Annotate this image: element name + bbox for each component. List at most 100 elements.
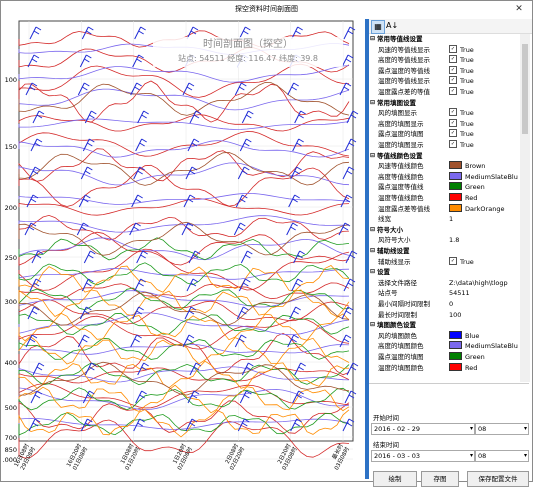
property-value[interactable]: 100 (449, 310, 519, 320)
collapse-icon[interactable]: ⊟ (370, 267, 377, 277)
start-hour-select[interactable]: 08 ▾ (475, 423, 529, 435)
close-icon[interactable]: ✕ (512, 1, 526, 17)
property-value[interactable]: ✓ True (449, 129, 519, 139)
checkbox[interactable]: ✓ (449, 118, 457, 127)
property-row[interactable]: 风的填图颜色 Blue (369, 330, 519, 341)
categorized-view-icon[interactable]: ▦ (371, 20, 385, 34)
property-row[interactable]: 风速的等值线显示 ✓ True (369, 44, 519, 55)
property-value[interactable]: ✓ True (449, 256, 519, 267)
property-value[interactable]: Z:\data\high\tlogp (449, 278, 519, 288)
property-row[interactable]: 高度的等值线显示 ✓ True (369, 55, 519, 65)
property-value[interactable]: ✓ True (449, 118, 519, 129)
property-category[interactable]: ⊟ 设置 (369, 267, 519, 277)
property-value[interactable]: Green (449, 352, 519, 362)
property-category[interactable]: ⊟ 符号大小 (369, 225, 519, 235)
property-row[interactable]: 温度的等值线显示 ✓ True (369, 76, 519, 86)
checkbox[interactable]: ✓ (449, 129, 457, 138)
property-row[interactable]: 站点号 54511 (369, 288, 519, 298)
property-value[interactable]: Brown (449, 161, 519, 171)
save-image-button[interactable]: 存图 (421, 471, 459, 487)
property-row[interactable]: 最小间隔时间限制 0 (369, 299, 519, 309)
property-row[interactable]: 露点温度的填图 Green (369, 352, 519, 362)
category-label: 等值线颜色设置 (377, 151, 423, 160)
property-row[interactable]: 风符号大小 1.8 (369, 235, 519, 245)
property-row[interactable]: 露点温度的填图 ✓ True (369, 129, 519, 139)
alphabetical-sort-icon[interactable]: A↓ (386, 20, 398, 32)
property-row[interactable]: 露点温度等值线 Green (369, 182, 519, 192)
property-row[interactable]: 高度等值线颜色 MediumSlateBlu (369, 171, 519, 182)
color-swatch (449, 182, 462, 191)
property-value[interactable]: 0 (449, 299, 519, 309)
checkbox[interactable]: ✓ (449, 140, 457, 148)
property-row[interactable]: 高度的填图显示 ✓ True (369, 118, 519, 129)
checkbox[interactable]: ✓ (449, 256, 457, 265)
checkbox[interactable]: ✓ (449, 44, 457, 53)
collapse-icon[interactable]: ⊟ (370, 320, 377, 330)
end-date-picker[interactable]: 2016 - 03 - 03 ▾ (371, 450, 475, 462)
checkbox[interactable]: ✓ (449, 65, 457, 74)
property-value-text: MediumSlateBlu (465, 172, 518, 181)
y-tick-label: 400 (5, 359, 17, 367)
property-row[interactable]: 温度露点差等值线 DarkOrange (369, 203, 519, 214)
property-value[interactable]: MediumSlateBlu (449, 341, 519, 351)
property-grid-scrollbar[interactable] (520, 34, 530, 382)
property-value[interactable]: ✓ True (449, 44, 519, 55)
property-value[interactable]: ✓ True (449, 108, 519, 118)
chevron-down-icon[interactable]: ▾ (524, 424, 527, 434)
property-category[interactable]: ⊟ 常用填图设置 (369, 98, 519, 108)
scrollbar-thumb[interactable] (522, 44, 528, 134)
property-row[interactable]: 露点温度的等值线 ✓ True (369, 65, 519, 76)
property-category[interactable]: ⊟ 填图颜色设置 (369, 320, 519, 330)
property-row[interactable]: 最长时间限制 100 (369, 310, 519, 320)
property-value[interactable]: ✓ True (449, 140, 519, 150)
property-row[interactable]: 风的填图显示 ✓ True (369, 108, 519, 118)
property-value[interactable]: ✓ True (449, 65, 519, 76)
property-value[interactable]: Green (449, 182, 519, 192)
property-value[interactable]: ✓ True (449, 87, 519, 97)
property-row[interactable]: 温度等值线颜色 Red (369, 193, 519, 203)
collapse-icon[interactable]: ⊟ (370, 98, 377, 108)
checkbox[interactable]: ✓ (449, 108, 457, 117)
draw-button[interactable]: 绘制 (373, 471, 417, 487)
property-category[interactable]: ⊟ 辅助线设置 (369, 246, 519, 256)
category-label: 常用填图设置 (377, 98, 416, 107)
collapse-icon[interactable]: ⊟ (370, 246, 377, 256)
property-value[interactable]: Red (449, 193, 519, 203)
chevron-down-icon[interactable]: ▾ (524, 451, 527, 461)
property-value[interactable]: 54511 (449, 288, 519, 298)
end-hour-select[interactable]: 08 ▾ (475, 450, 529, 462)
property-row[interactable]: 选择文件路径 Z:\data\high\tlogp (369, 278, 519, 288)
property-value[interactable]: ✓ True (449, 76, 519, 86)
chevron-down-icon[interactable]: ▾ (470, 451, 473, 461)
property-row[interactable]: 温度的填图颜色 Red (369, 362, 519, 373)
collapse-icon[interactable]: ⊟ (370, 225, 377, 235)
collapse-icon[interactable]: ⊟ (370, 34, 377, 44)
property-category[interactable]: ⊟ 常用等值线设置 (369, 34, 519, 44)
property-value[interactable]: ✓ True (449, 55, 519, 65)
color-swatch (449, 341, 462, 350)
checkbox[interactable]: ✓ (449, 76, 457, 85)
checkbox[interactable]: ✓ (449, 55, 457, 64)
chevron-down-icon[interactable]: ▾ (470, 424, 473, 434)
property-value[interactable]: DarkOrange (449, 203, 519, 214)
property-value[interactable]: 1 (449, 214, 519, 224)
property-category[interactable]: ⊟ 等值线颜色设置 (369, 151, 519, 161)
property-row[interactable]: 线宽 1 (369, 214, 519, 224)
property-value[interactable]: Red (449, 362, 519, 373)
property-value[interactable]: MediumSlateBlu (449, 171, 519, 182)
property-row[interactable]: 温度的填图显示 ✓ True (369, 140, 519, 150)
collapse-icon[interactable]: ⊟ (370, 151, 377, 161)
property-value-text: Green (465, 353, 485, 361)
property-value[interactable]: 1.8 (449, 235, 519, 245)
property-row[interactable]: 辅助线显示 ✓ True (369, 256, 519, 267)
start-time-label: 开始时间 (373, 414, 399, 422)
checkbox[interactable]: ✓ (449, 87, 457, 95)
start-date-picker[interactable]: 2016 - 02 - 29 ▾ (371, 423, 475, 435)
property-row[interactable]: 风速等值线颜色 Brown (369, 161, 519, 171)
save-config-button[interactable]: 保存配置文件 (467, 471, 529, 487)
property-value[interactable]: Blue (449, 330, 519, 341)
y-tick-label: 150 (5, 143, 17, 151)
property-row[interactable]: 温度露点差的等值 ✓ True (369, 87, 519, 97)
x-tick-label: 1日20时02日08时 (169, 442, 194, 472)
property-row[interactable]: 高度的填图颜色 MediumSlateBlu (369, 341, 519, 351)
